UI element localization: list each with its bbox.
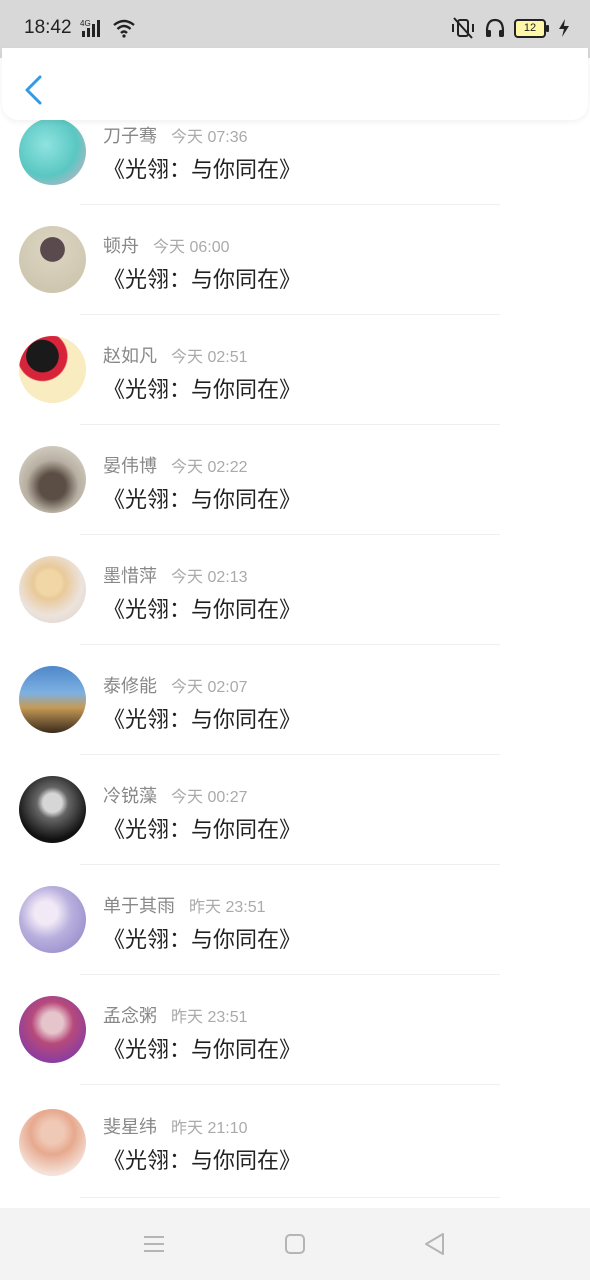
list-item[interactable]: 单于其雨 昨天 23:51 《光翎：与你同在》 bbox=[0, 880, 590, 990]
list-item[interactable]: 冷锐藻 今天 00:27 《光翎：与你同在》 bbox=[0, 770, 590, 880]
user-name[interactable]: 墨惜萍 bbox=[103, 566, 157, 587]
list-item[interactable]: 赵如凡 今天 02:51 《光翎：与你同在》 bbox=[0, 330, 590, 440]
list-item[interactable]: 泰修能 今天 02:07 《光翎：与你同在》 bbox=[0, 660, 590, 770]
user-name[interactable]: 冷锐藻 bbox=[103, 786, 157, 807]
list-item[interactable]: 刀子骞 今天 07:36 《光翎：与你同在》 bbox=[0, 110, 590, 220]
user-name[interactable]: 赵如凡 bbox=[103, 346, 157, 367]
user-name[interactable]: 泰修能 bbox=[103, 676, 157, 697]
comment-time: 今天 02:07 bbox=[171, 679, 248, 696]
comment-text: 《光翎：与你同在》 bbox=[103, 1149, 302, 1174]
comment-time: 昨天 23:51 bbox=[171, 1009, 248, 1026]
signal-icon: 4G bbox=[80, 19, 100, 37]
divider bbox=[80, 204, 500, 205]
avatar[interactable] bbox=[19, 776, 86, 843]
comment-text: 《光翎：与你同在》 bbox=[103, 378, 302, 403]
comment-text: 《光翎：与你同在》 bbox=[103, 158, 302, 183]
avatar[interactable] bbox=[19, 446, 86, 513]
list-item[interactable]: 孟念粥 昨天 23:51 《光翎：与你同在》 bbox=[0, 990, 590, 1100]
comment-text: 《光翎：与你同在》 bbox=[103, 268, 302, 293]
user-name[interactable]: 斐星纬 bbox=[103, 1117, 157, 1138]
comment-time: 昨天 23:51 bbox=[189, 899, 266, 916]
header-bar bbox=[2, 48, 588, 120]
user-name[interactable]: 单于其雨 bbox=[103, 896, 175, 917]
comment-text: 《光翎：与你同在》 bbox=[103, 708, 302, 733]
system-nav-bar bbox=[0, 1208, 590, 1280]
comment-time: 今天 00:27 bbox=[171, 789, 248, 806]
list-item[interactable]: 墨惜萍 今天 02:13 《光翎：与你同在》 bbox=[0, 550, 590, 660]
comment-time: 今天 02:51 bbox=[171, 349, 248, 366]
comment-text: 《光翎：与你同在》 bbox=[103, 488, 302, 513]
comment-time: 今天 06:00 bbox=[153, 239, 230, 256]
battery-icon: 12 bbox=[514, 18, 549, 38]
divider bbox=[80, 1084, 500, 1085]
user-name[interactable]: 刀子骞 bbox=[103, 126, 157, 147]
avatar[interactable] bbox=[19, 118, 86, 185]
divider bbox=[80, 534, 500, 535]
comment-text: 《光翎：与你同在》 bbox=[103, 1038, 302, 1063]
menu-icon[interactable] bbox=[140, 1230, 168, 1258]
list-item[interactable]: 斐星纬 昨天 21:10 《光翎：与你同在》 bbox=[0, 1100, 590, 1210]
comment-text: 《光翎：与你同在》 bbox=[103, 818, 302, 843]
list-item[interactable]: 顿舟 今天 06:00 《光翎：与你同在》 bbox=[0, 220, 590, 330]
divider bbox=[80, 314, 500, 315]
chevron-left-icon[interactable] bbox=[20, 74, 48, 106]
back-icon[interactable] bbox=[421, 1230, 449, 1258]
avatar[interactable] bbox=[19, 226, 86, 293]
avatar[interactable] bbox=[19, 1109, 86, 1176]
headphones-icon bbox=[485, 18, 505, 37]
charging-icon bbox=[559, 19, 569, 37]
svg-text:4G: 4G bbox=[80, 19, 91, 28]
avatar[interactable] bbox=[19, 556, 86, 623]
divider bbox=[80, 424, 500, 425]
divider bbox=[80, 974, 500, 975]
wifi-icon bbox=[113, 19, 135, 38]
home-icon[interactable] bbox=[281, 1230, 309, 1258]
battery-level: 12 bbox=[523, 22, 537, 34]
comment-time: 昨天 21:10 bbox=[171, 1120, 248, 1137]
divider bbox=[80, 1197, 500, 1198]
comment-time: 今天 07:36 bbox=[171, 129, 248, 146]
list-item[interactable]: 晏伟博 今天 02:22 《光翎：与你同在》 bbox=[0, 440, 590, 550]
user-name[interactable]: 晏伟博 bbox=[103, 456, 157, 477]
comment-time: 今天 02:13 bbox=[171, 569, 248, 586]
avatar[interactable] bbox=[19, 666, 86, 733]
avatar[interactable] bbox=[19, 336, 86, 403]
avatar[interactable] bbox=[19, 886, 86, 953]
user-name[interactable]: 顿舟 bbox=[103, 236, 139, 257]
divider bbox=[80, 754, 500, 755]
vibrate-off-icon bbox=[452, 17, 474, 39]
avatar[interactable] bbox=[19, 996, 86, 1063]
comment-text: 《光翎：与你同在》 bbox=[103, 598, 302, 623]
user-name[interactable]: 孟念粥 bbox=[103, 1006, 157, 1027]
divider bbox=[80, 864, 500, 865]
comment-text: 《光翎：与你同在》 bbox=[103, 928, 302, 953]
divider bbox=[80, 644, 500, 645]
comment-time: 今天 02:22 bbox=[171, 459, 248, 476]
status-time: 18:42 bbox=[24, 17, 72, 38]
